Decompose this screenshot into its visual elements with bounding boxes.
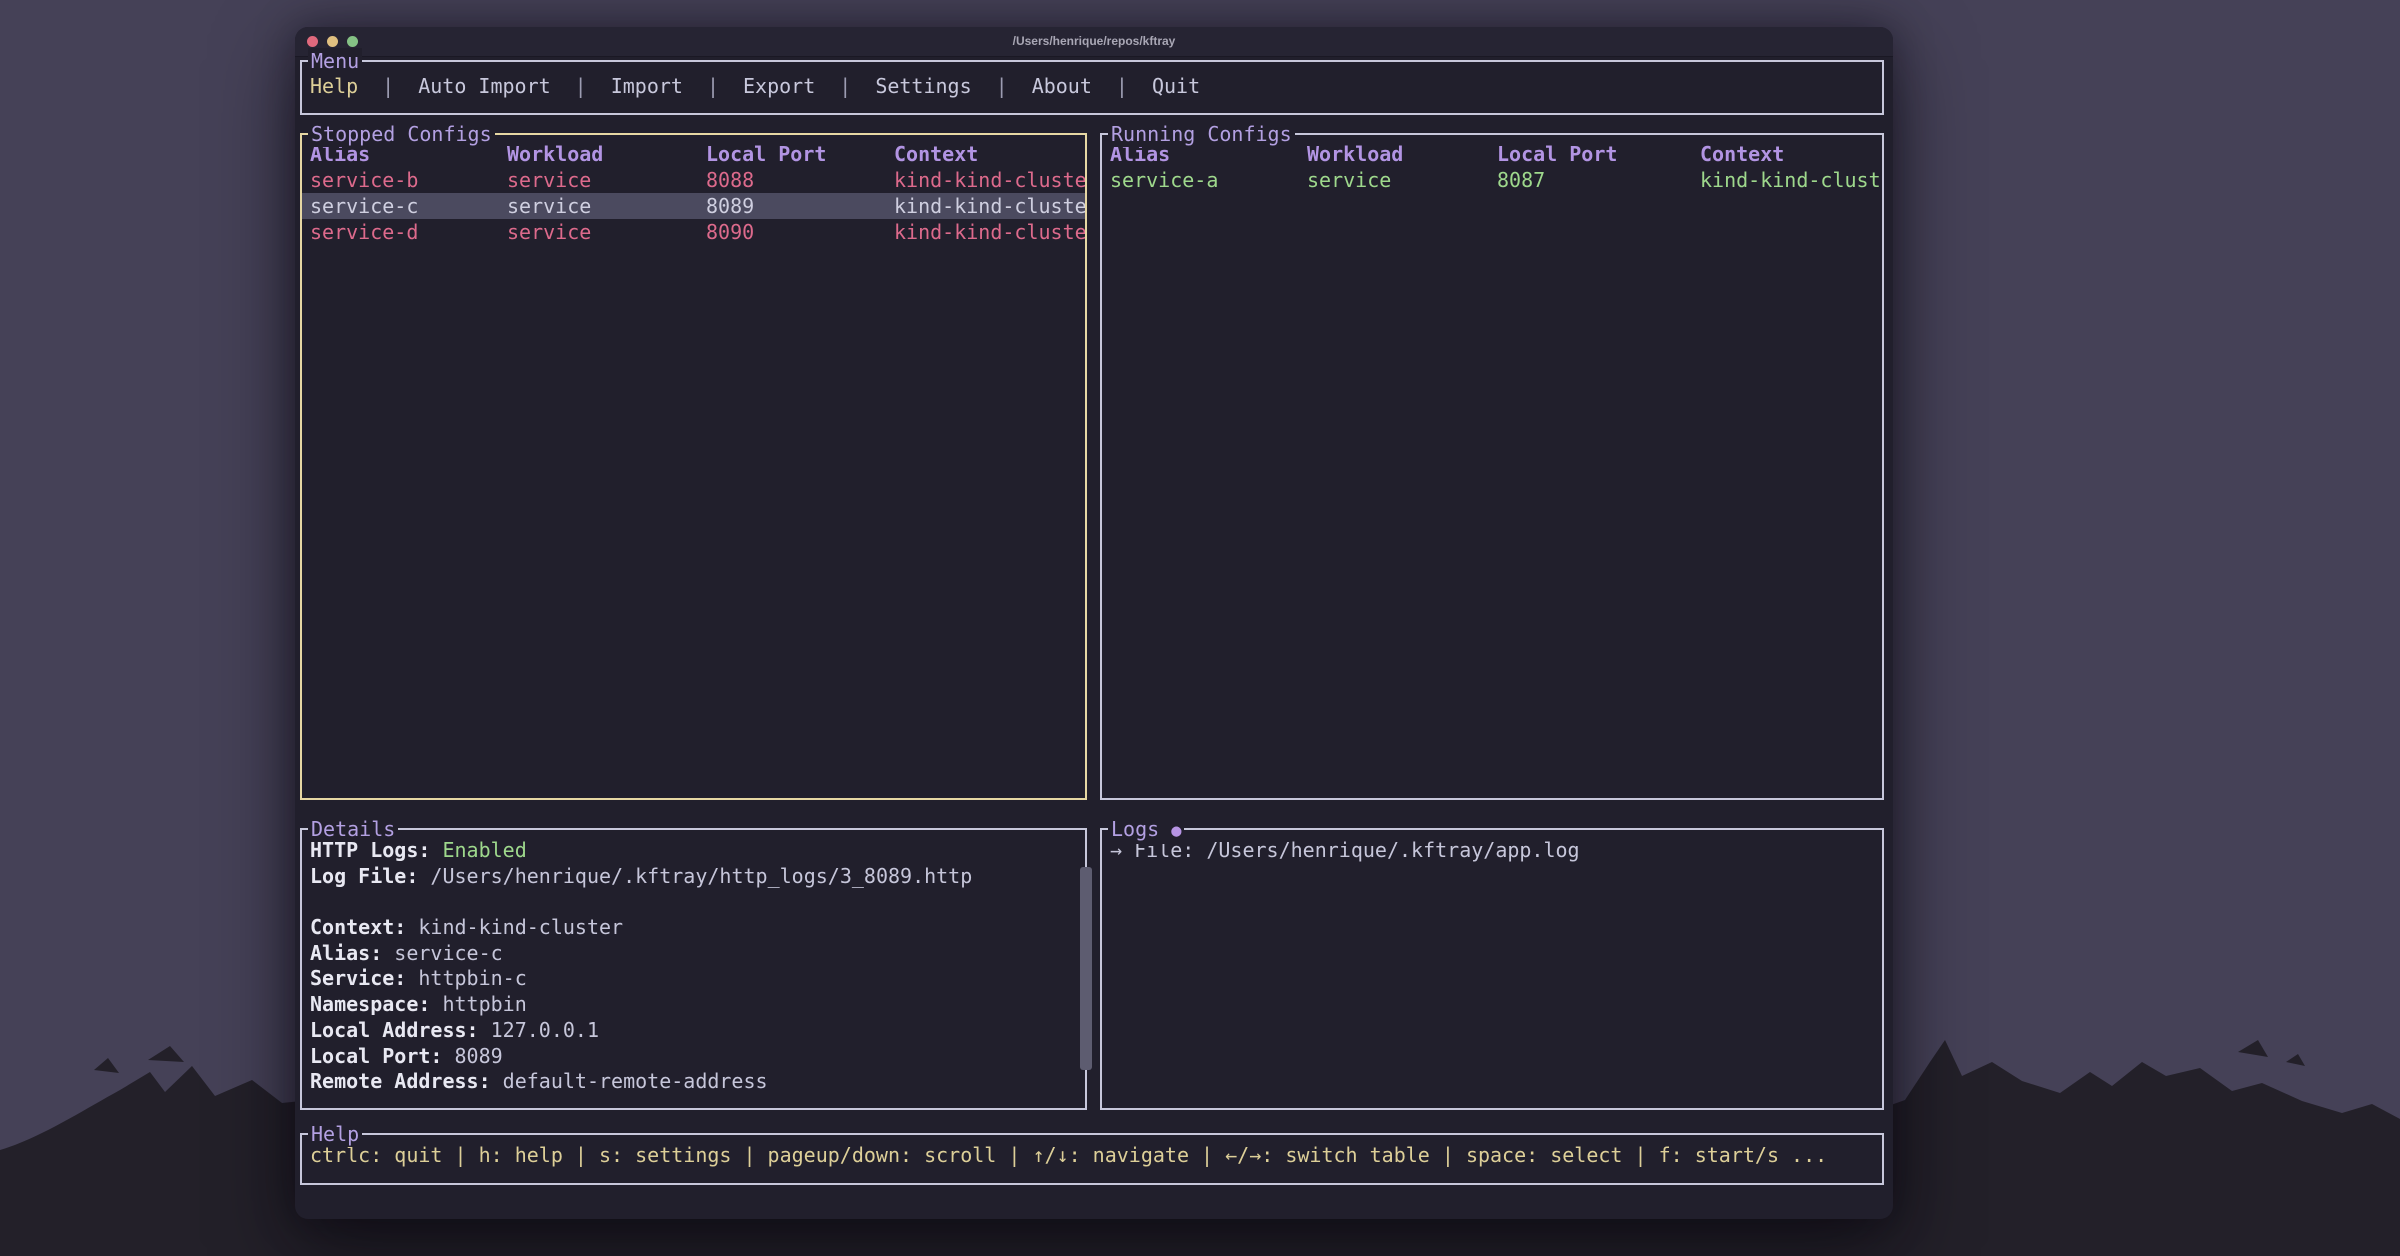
menu-panel: Menu Help|Auto Import|Import|Export|Sett… [300, 60, 1884, 115]
menu-separator: | [707, 74, 719, 98]
menu-separator: | [575, 74, 587, 98]
table-row[interactable]: service-aservice8087kind-kind-clust [1102, 167, 1882, 193]
table-cell: service [1307, 167, 1497, 193]
detail-line: Local Address: 127.0.0.1 [310, 1018, 1085, 1044]
detail-line: Alias: service-c [310, 941, 1085, 967]
window-title: /Users/henrique/repos/kftray [295, 34, 1893, 48]
table-cell: service [507, 193, 706, 219]
detail-line: Local Port: 8089 [310, 1044, 1085, 1070]
table-cell: kind-kind-clust [1700, 167, 1882, 193]
stopped-configs-title: Stopped Configs [308, 121, 495, 147]
details-scrollbar-thumb[interactable] [1080, 867, 1092, 1070]
table-cell: service-d [310, 219, 507, 245]
detail-label: Local Address: [310, 1018, 491, 1042]
table-row[interactable]: service-dservice8090kind-kind-cluste [302, 219, 1085, 245]
table-cell: kind-kind-cluste [894, 193, 1085, 219]
help-panel-title: Help [308, 1121, 362, 1147]
window-titlebar[interactable]: /Users/henrique/repos/kftray [295, 27, 1893, 57]
detail-line: Remote Address: default-remote-address [310, 1069, 1085, 1095]
details-panel: Details HTTP Logs: EnabledLog File: /Use… [300, 828, 1087, 1110]
detail-label: Alias: [310, 941, 394, 965]
menu-separator: | [1116, 74, 1128, 98]
detail-label: Namespace: [310, 992, 442, 1016]
help-panel: Help ctrlc: quit | h: help | s: settings… [300, 1133, 1884, 1185]
help-keybindings: ctrlc: quit | h: help | s: settings | pa… [302, 1135, 1882, 1167]
menu-item-about[interactable]: About [1032, 74, 1092, 98]
detail-label: Remote Address: [310, 1069, 503, 1093]
table-row[interactable]: service-bservice8088kind-kind-cluste [302, 167, 1085, 193]
detail-value: default-remote-address [503, 1069, 768, 1093]
table-cell: 8088 [706, 167, 894, 193]
table-row[interactable]: service-cservice8089kind-kind-cluste [302, 193, 1085, 219]
detail-value: 127.0.0.1 [491, 1018, 599, 1042]
detail-line: Namespace: httpbin [310, 992, 1085, 1018]
column-header: Context [1700, 141, 1882, 167]
table-cell: 8090 [706, 219, 894, 245]
menu-items: Help | Auto Import | Import | Export | Settings |… [302, 62, 1882, 98]
detail-label: Service: [310, 966, 418, 990]
column-header: Workload [507, 141, 706, 167]
menu-item-export[interactable]: Export [743, 74, 815, 98]
terminal-window: /Users/henrique/repos/kftray Menu Help | A… [295, 27, 1893, 1219]
logs-title-text: Logs [1111, 817, 1159, 841]
detail-value: kind-kind-cluster [418, 915, 623, 939]
table-cell: 8089 [706, 193, 894, 219]
menu-item-help[interactable]: Help [310, 74, 358, 98]
detail-value: /Users/henrique/.kftray/http_logs/3_8089… [430, 864, 972, 888]
column-header: Context [894, 141, 1085, 167]
detail-value: httpbin-c [418, 966, 526, 990]
menu-item-auto-import[interactable]: Auto Import [418, 74, 550, 98]
logs-file-line: → File: /Users/henrique/.kftray/app.log [1102, 830, 1882, 862]
column-header: Workload [1307, 141, 1497, 167]
menu-item-import[interactable]: Import [611, 74, 683, 98]
detail-label: Local Port: [310, 1044, 455, 1068]
detail-line: Service: httpbin-c [310, 966, 1085, 992]
detail-line: Context: kind-kind-cluster [310, 915, 1085, 941]
table-body: service-aservice8087kind-kind-clust [1102, 167, 1882, 193]
detail-value: service-c [394, 941, 502, 965]
table-cell: service-c [310, 193, 507, 219]
column-header: Local Port [706, 141, 894, 167]
menu-separator: | [382, 74, 394, 98]
menu-item-settings[interactable]: Settings [875, 74, 971, 98]
detail-label: Context: [310, 915, 418, 939]
detail-line [310, 889, 1085, 915]
menu-panel-title: Menu [308, 48, 362, 74]
table-cell: 8087 [1497, 167, 1700, 193]
logs-panel-title: Logs ● [1108, 816, 1184, 844]
menu-separator: | [839, 74, 851, 98]
detail-value: httpbin [442, 992, 526, 1016]
detail-line: HTTP Logs: Enabled [310, 838, 1085, 864]
table-cell: service-a [1110, 167, 1307, 193]
table-cell: service [507, 219, 706, 245]
table-cell: service-b [310, 167, 507, 193]
table-body: service-bservice8088kind-kind-clusteserv… [302, 167, 1085, 245]
menu-item-quit[interactable]: Quit [1152, 74, 1200, 98]
table-cell: kind-kind-cluste [894, 167, 1085, 193]
column-header: Local Port [1497, 141, 1700, 167]
menu-separator: | [996, 74, 1008, 98]
logs-activity-indicator-icon: ● [1171, 821, 1181, 841]
details-lines: HTTP Logs: EnabledLog File: /Users/henri… [302, 830, 1085, 1095]
detail-line: Log File: /Users/henrique/.kftray/http_l… [310, 864, 1085, 890]
detail-label: Log File: [310, 864, 430, 888]
running-configs-panel[interactable]: Running Configs AliasWorkloadLocal PortC… [1100, 133, 1884, 800]
desktop: /Users/henrique/repos/kftray Menu Help | A… [0, 0, 2400, 1256]
table-cell: kind-kind-cluste [894, 219, 1085, 245]
logs-panel: Logs ● → File: /Users/henrique/.kftray/a… [1100, 828, 1884, 1110]
details-panel-title: Details [308, 816, 398, 842]
stopped-configs-panel[interactable]: Stopped Configs AliasWorkloadLocal PortC… [300, 133, 1087, 800]
running-configs-title: Running Configs [1108, 121, 1295, 147]
table-cell: service [507, 167, 706, 193]
detail-value: Enabled [442, 838, 526, 862]
detail-value: 8089 [455, 1044, 503, 1068]
